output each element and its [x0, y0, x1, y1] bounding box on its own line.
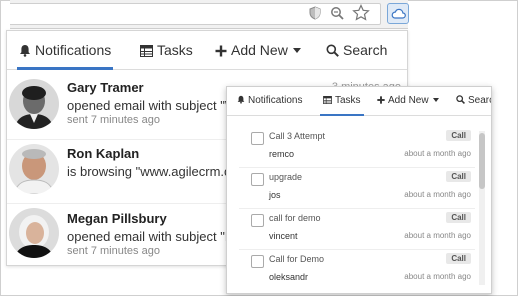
notification-time: sent 7 minutes ago — [67, 245, 160, 257]
bell-icon — [237, 95, 245, 104]
task-row: Call 3 Attempt remco Call about a month … — [239, 127, 475, 168]
avatar — [9, 79, 59, 129]
avatar — [9, 144, 59, 194]
notification-message: is browsing "www.agilecrm.com — [67, 164, 249, 179]
task-type-badge: Call — [446, 130, 471, 141]
tab-tasks[interactable]: Tasks — [320, 87, 364, 116]
task-title[interactable]: Call 3 Attempt — [269, 131, 325, 141]
cloud-extension-icon — [391, 8, 406, 19]
active-tab-underline — [320, 114, 364, 116]
tab-search[interactable]: Search — [456, 87, 491, 115]
zoom-icon[interactable] — [330, 6, 344, 20]
notification-message: opened email with subject "Pro — [67, 229, 246, 244]
tab-add-new[interactable]: Add New — [377, 87, 439, 115]
tab-add-new-label: Add New — [231, 42, 288, 58]
shield-icon[interactable] — [308, 6, 322, 20]
task-owner: oleksandr — [269, 272, 309, 282]
main-tab-bar: Notifications Tasks Add New Search — [7, 31, 407, 70]
task-type-badge: Call — [446, 171, 471, 182]
tasks-panel: Notifications Tasks Add New Search — [226, 86, 492, 294]
task-row: Call for Demo oleksandr Call about a mon… — [239, 250, 475, 290]
list-icon — [323, 95, 332, 105]
task-row: call for demo vincent Call about a month… — [239, 209, 475, 250]
browser-toolbar — [10, 0, 409, 29]
bell-icon — [20, 45, 30, 57]
task-time: about a month ago — [404, 231, 471, 240]
tab-notifications-label: Notifications — [35, 42, 112, 58]
chevron-down-icon — [432, 98, 439, 102]
tab-add-new[interactable]: Add New — [215, 31, 301, 69]
task-checkbox[interactable] — [251, 173, 264, 186]
task-title[interactable]: call for demo — [269, 213, 321, 223]
task-time: about a month ago — [404, 149, 471, 158]
active-tab-underline — [17, 67, 114, 70]
address-bar[interactable] — [10, 3, 381, 25]
task-type-badge: Call — [446, 253, 471, 264]
tab-notifications[interactable]: Notifications — [237, 87, 302, 115]
scrollbar-thumb[interactable] — [479, 133, 485, 189]
plus-icon — [377, 96, 385, 104]
list-icon — [140, 45, 153, 57]
tab-notifications[interactable]: Notifications — [17, 31, 114, 70]
tab-search-label: Search — [343, 42, 388, 58]
tab-add-new-label: Add New — [388, 95, 429, 106]
search-icon — [326, 44, 339, 57]
task-time: about a month ago — [404, 190, 471, 199]
plus-icon — [215, 45, 227, 57]
tab-tasks-label: Tasks — [335, 95, 361, 106]
task-title[interactable]: upgrade — [269, 172, 302, 182]
chevron-down-icon — [292, 48, 301, 53]
task-checkbox[interactable] — [251, 214, 264, 227]
tasks-tab-bar: Notifications Tasks Add New Search — [227, 87, 491, 116]
task-owner: remco — [269, 149, 295, 159]
tab-search-label: Search — [468, 95, 491, 106]
notification-name: Gary Tramer — [67, 80, 144, 95]
task-owner: vincent — [269, 231, 298, 241]
search-icon — [456, 95, 465, 104]
task-type-badge: Call — [446, 212, 471, 223]
tab-search[interactable]: Search — [326, 31, 387, 69]
notification-time: sent 7 minutes ago — [67, 114, 160, 126]
notification-message: opened email with subject "We — [67, 98, 245, 113]
task-time: about a month ago — [404, 272, 471, 281]
notification-name: Ron Kaplan — [67, 146, 140, 161]
tab-notifications-label: Notifications — [248, 95, 303, 106]
task-checkbox[interactable] — [251, 132, 264, 145]
cloud-extension-button[interactable] — [387, 3, 409, 24]
task-owner: jos — [269, 190, 281, 200]
tab-tasks[interactable]: Tasks — [140, 31, 193, 69]
star-icon[interactable] — [352, 4, 370, 22]
tab-tasks-label: Tasks — [157, 42, 193, 58]
task-row: upgrade jos Call about a month ago — [239, 168, 475, 209]
notification-name: Megan Pillsbury — [67, 211, 167, 226]
task-checkbox[interactable] — [251, 255, 264, 268]
avatar — [9, 208, 59, 258]
task-title[interactable]: Call for Demo — [269, 254, 324, 264]
